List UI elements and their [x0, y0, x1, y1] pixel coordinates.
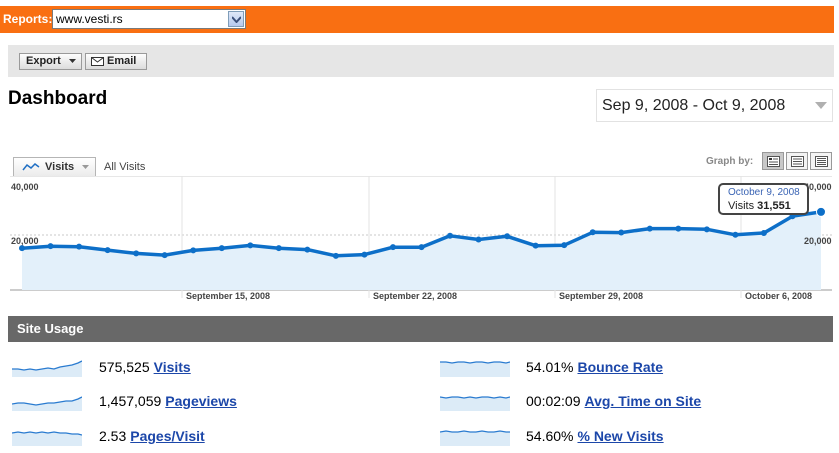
visits-data-point — [19, 245, 25, 252]
graph-by-week-button[interactable] — [786, 152, 808, 170]
visits-data-point — [760, 230, 767, 237]
visits-data-point — [447, 232, 454, 239]
metric-tab-label: Visits — [45, 161, 75, 173]
bounce-rate-link[interactable]: Bounce Rate — [577, 359, 663, 375]
site-usage-header: Site Usage — [8, 316, 833, 342]
visits-data-point — [133, 250, 140, 257]
reports-label: Reports: — [3, 12, 53, 26]
site-usage-title: Site Usage — [17, 321, 84, 336]
visits-data-point — [675, 225, 682, 232]
tooltip-value-line: Visits 31,551 — [728, 200, 791, 212]
visits-data-point — [589, 229, 596, 236]
envelope-icon — [91, 57, 104, 66]
new-visits-sparkline — [440, 430, 510, 446]
graph-by-week-icon — [791, 156, 804, 167]
pageviews-sparkline — [12, 396, 82, 411]
email-button[interactable]: Email — [85, 53, 147, 70]
metric-pages-per-visit: 2.53 Pages/Visit — [12, 426, 272, 448]
caret-down-icon — [69, 59, 76, 63]
visits-data-point — [646, 225, 653, 232]
visits-data-point — [703, 226, 710, 233]
visits-data-point — [561, 242, 568, 249]
visits-data-point — [218, 245, 225, 252]
visits-data-point — [532, 242, 539, 249]
caret-down-icon — [82, 165, 89, 169]
tooltip-date: October 9, 2008 — [728, 187, 800, 198]
visits-data-point — [275, 245, 282, 252]
visits-area — [22, 211, 821, 290]
page-title: Dashboard — [8, 88, 108, 109]
metric-visits: 575,525 Visits — [12, 357, 272, 379]
visits-data-point — [247, 242, 254, 249]
visits-data-point — [104, 247, 111, 254]
site-select-value: www.vesti.rs — [56, 12, 123, 26]
site-select[interactable]: www.vesti.rs — [52, 9, 246, 29]
caret-down-icon[interactable] — [815, 102, 827, 109]
pageviews-link[interactable]: Pageviews — [165, 393, 237, 409]
export-button[interactable]: Export — [19, 53, 82, 70]
visits-data-point — [161, 252, 168, 259]
visits-link[interactable]: Visits — [154, 359, 191, 375]
metric-avg-time: 00:02:09 Avg. Time on Site — [440, 391, 780, 413]
graph-by-month-icon — [815, 156, 828, 167]
tooltip-value: 31,551 — [757, 200, 791, 212]
pages-per-visit-sparkline — [12, 431, 82, 446]
metric-value: 575,525 — [99, 359, 150, 375]
graph-by-month-button[interactable] — [810, 152, 832, 170]
avg-time-link[interactable]: Avg. Time on Site — [585, 393, 702, 409]
graph-by-day-button[interactable] — [762, 152, 784, 170]
reports-bar: Reports: www.vesti.rs — [0, 6, 834, 33]
visits-data-point — [732, 231, 739, 238]
graph-by-label: Graph by: — [706, 156, 754, 167]
y-tick-label-left: 20,000 — [11, 236, 39, 246]
x-tick-label: September 29, 2008 — [559, 291, 643, 301]
metric-value: 54.60% — [526, 428, 574, 444]
email-button-label: Email — [107, 55, 137, 67]
metric-new-visits: 54.60%% New Visits — [440, 426, 780, 448]
visits-data-point — [475, 236, 482, 243]
chart-tooltip: October 9, 2008 Visits 31,551 — [718, 183, 809, 215]
y-tick-label-right: 20,000 — [804, 236, 832, 246]
visits-data-point — [418, 244, 425, 251]
visits-data-point — [47, 243, 54, 250]
avg-time-sparkline — [440, 396, 510, 411]
visits-data-point — [618, 229, 625, 236]
visits-data-point — [76, 243, 83, 250]
y-tick-label-left: 40,000 — [11, 182, 39, 192]
visits-data-point — [304, 246, 311, 253]
toolbar: Export Email — [8, 45, 834, 77]
visits-data-point — [190, 247, 197, 254]
export-button-label: Export — [26, 55, 61, 67]
chevron-down-icon[interactable] — [228, 11, 244, 27]
x-tick-label: September 22, 2008 — [373, 291, 457, 301]
new-visits-link[interactable]: % New Visits — [577, 428, 663, 444]
visits-data-point — [389, 244, 396, 251]
metric-pageviews: 1,457,059 Pageviews — [12, 391, 272, 413]
date-range-text: Sep 9, 2008 - Oct 9, 2008 — [602, 97, 786, 114]
tooltip-label: Visits — [728, 200, 755, 212]
graph-by-day-icon — [767, 156, 780, 167]
pages-per-visit-link[interactable]: Pages/Visit — [130, 428, 204, 444]
visits-data-point — [504, 233, 511, 240]
visits-data-point — [361, 251, 368, 258]
x-tick-label: October 6, 2008 — [745, 291, 812, 301]
metric-value: 00:02:09 — [526, 393, 581, 409]
metric-bounce-rate: 54.01% Bounce Rate — [440, 357, 780, 379]
visits-chart: 40,00020,00040,00020,000September 15, 20… — [10, 176, 832, 301]
bounce-rate-sparkline — [440, 361, 510, 377]
x-tick-label: September 15, 2008 — [186, 291, 270, 301]
visits-data-point — [332, 252, 339, 259]
visits-data-point — [816, 206, 826, 217]
visits-sparkline — [12, 360, 82, 377]
date-range-picker[interactable]: Sep 9, 2008 - Oct 9, 2008 — [596, 89, 833, 122]
metric-value: 1,457,059 — [99, 393, 162, 409]
line-chart-icon — [22, 163, 40, 171]
metric-value: 54.01% — [526, 359, 574, 375]
metric-tab-visits[interactable]: Visits — [13, 157, 96, 176]
metric-value: 2.53 — [99, 428, 127, 444]
segment-label: All Visits — [104, 161, 146, 173]
